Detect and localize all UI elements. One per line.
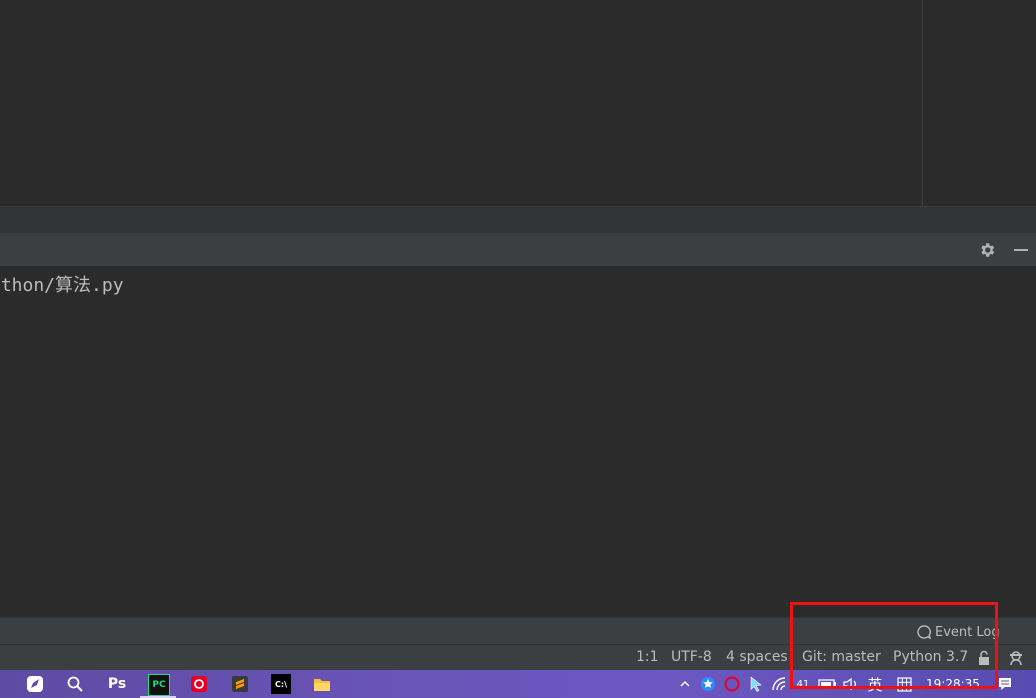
netease-tray-icon[interactable] <box>724 675 740 693</box>
action-center-icon[interactable] <box>996 675 1014 693</box>
chevron-up-icon[interactable] <box>678 675 692 693</box>
minimize-icon[interactable] <box>1010 239 1032 261</box>
status-bar: 1:1 UTF-8 4 spaces Git: master Python 3.… <box>0 644 1036 670</box>
tray-badge: 41 <box>796 678 810 690</box>
sublime-text-icon[interactable] <box>230 674 250 694</box>
lock-open-icon[interactable] <box>976 649 994 667</box>
editor-right-margin-guide <box>922 0 923 206</box>
command-prompt-icon[interactable]: C:\ <box>271 674 291 694</box>
netease-music-icon[interactable] <box>189 674 209 694</box>
photoshop-app-icon[interactable]: Ps <box>106 674 128 694</box>
pycharm-app-icon[interactable]: PC <box>148 674 170 696</box>
editor-area[interactable] <box>0 0 1036 206</box>
screen: ython/算法.py Event Log 1:1 UTF-8 4 spaces… <box>0 0 1036 698</box>
sticky-notes-icon[interactable] <box>25 674 45 694</box>
caret-position[interactable]: 1:1 <box>636 649 659 665</box>
star-tray-icon[interactable] <box>700 675 716 693</box>
tool-window-bar: Event Log <box>0 617 1036 644</box>
event-log-label: Event Log <box>935 624 1000 640</box>
indent-setting[interactable]: 4 spaces <box>726 649 788 665</box>
windows-taskbar: Ps PC C:\ 41 英 19:28:35 <box>0 670 1036 698</box>
battery-icon[interactable] <box>818 675 838 693</box>
gear-icon[interactable] <box>976 239 998 261</box>
event-log-bubble-icon <box>917 625 932 640</box>
run-tool-window-header <box>0 233 1036 266</box>
panel-splitter[interactable] <box>0 206 1036 233</box>
volume-icon[interactable] <box>842 675 860 693</box>
system-clock[interactable]: 19:28:35 <box>926 675 980 693</box>
event-log-button[interactable]: Event Log <box>916 622 1000 642</box>
cursor-tray-icon[interactable] <box>748 675 764 693</box>
file-encoding[interactable]: UTF-8 <box>671 649 712 665</box>
git-branch[interactable]: Git: master <box>802 649 881 665</box>
input-method-indicator[interactable]: 英 <box>866 675 884 694</box>
python-interpreter[interactable]: Python 3.7 <box>893 649 968 665</box>
search-icon[interactable] <box>65 674 85 694</box>
keyboard-grid-icon[interactable] <box>896 675 912 693</box>
hector-inspector-icon[interactable] <box>1007 649 1025 667</box>
file-explorer-icon[interactable] <box>312 674 332 694</box>
wifi-icon[interactable] <box>772 675 790 693</box>
console-output-line: ython/算法.py <box>0 275 124 296</box>
run-console[interactable]: ython/算法.py <box>0 266 1036 617</box>
